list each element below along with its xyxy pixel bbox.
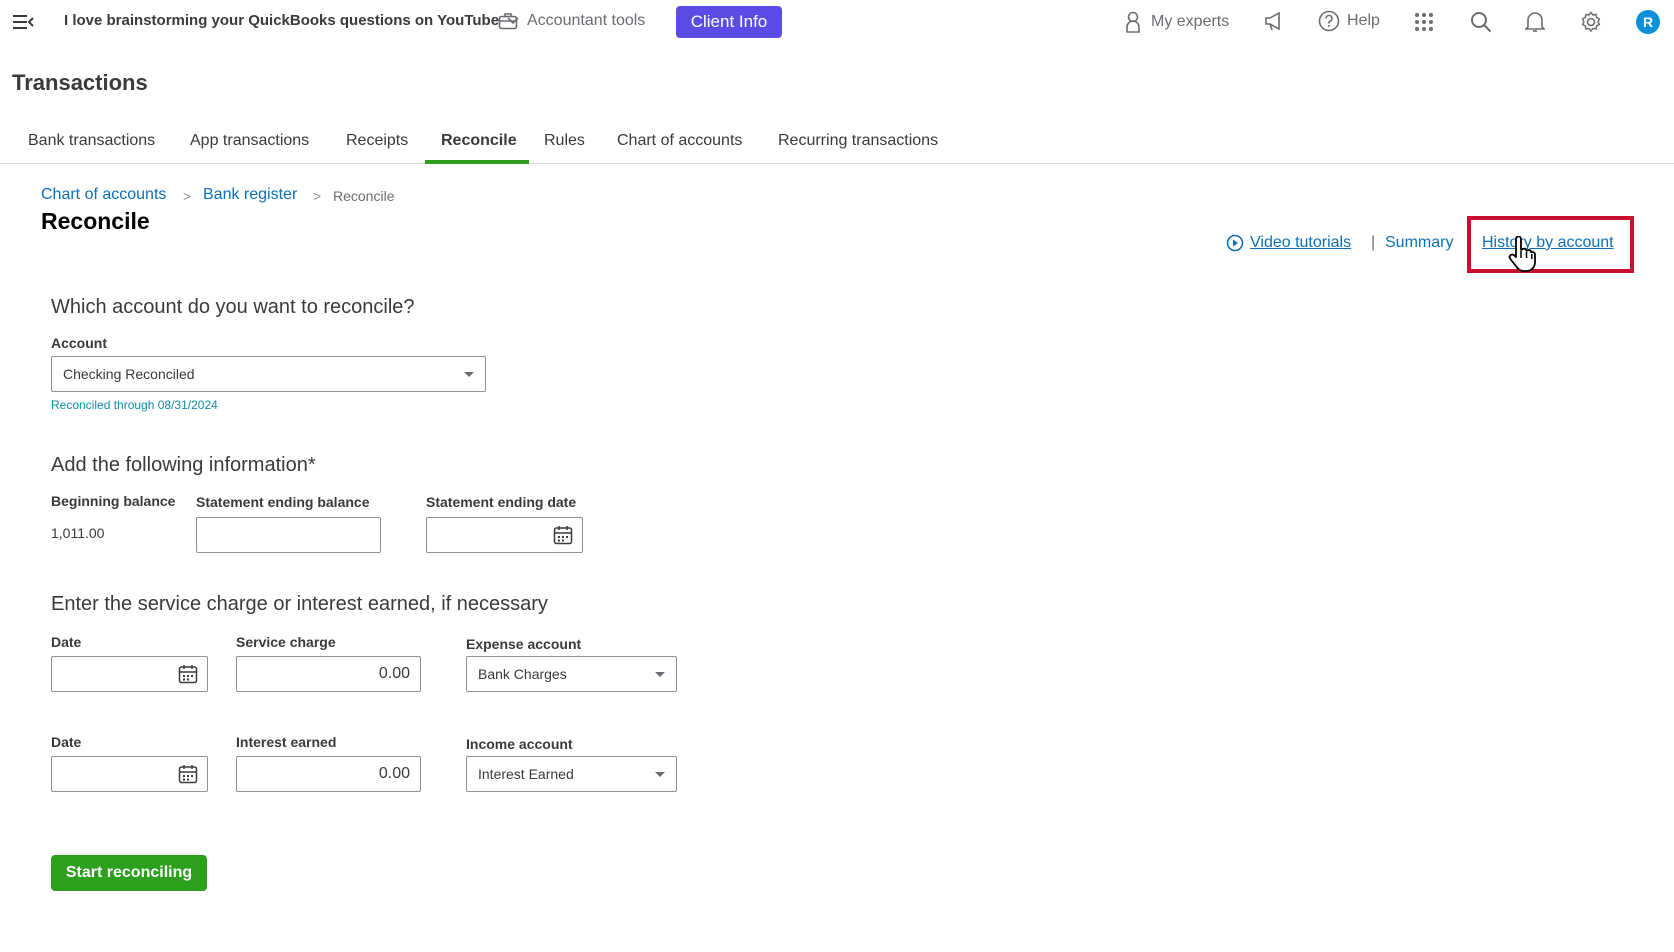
highlight-box <box>1467 216 1634 273</box>
accountant-tools-button[interactable]: Accountant tools <box>498 11 645 31</box>
tab-reconcile[interactable]: Reconcile <box>441 132 517 150</box>
income-account-value: Interest Earned <box>478 766 574 782</box>
breadcrumb-separator: > <box>183 188 192 204</box>
breadcrumb-chart-of-accounts[interactable]: Chart of accounts <box>41 186 166 204</box>
tab-rules[interactable]: Rules <box>544 132 585 150</box>
expense-account-value: Bank Charges <box>478 666 567 682</box>
search-icon[interactable] <box>1470 11 1492 33</box>
gear-icon[interactable] <box>1580 11 1602 33</box>
beginning-balance-value: 1,011.00 <box>51 525 105 541</box>
video-tutorials-link[interactable]: Video tutorials <box>1226 234 1351 252</box>
calendar-icon[interactable] <box>178 764 198 784</box>
account-select-value: Checking Reconciled <box>63 366 195 382</box>
caret-down-icon <box>464 372 474 377</box>
ending-balance-input[interactable] <box>196 517 381 553</box>
caret-down-icon <box>655 772 665 777</box>
person-icon <box>1126 11 1140 33</box>
interest-date-input[interactable] <box>51 756 208 792</box>
account-select[interactable]: Checking Reconciled <box>51 356 486 392</box>
charges-section-title: Enter the service charge or interest ear… <box>51 593 548 615</box>
info-section-title: Add the following information* <box>51 454 316 476</box>
client-info-button[interactable]: Client Info <box>676 6 782 38</box>
breadcrumb-bank-register[interactable]: Bank register <box>203 186 297 204</box>
tab-recurring-transactions[interactable]: Recurring transactions <box>778 132 938 150</box>
video-tutorials-label: Video tutorials <box>1250 234 1352 251</box>
interest-earned-label: Interest earned <box>236 734 337 750</box>
caret-down-icon <box>655 672 665 677</box>
question-icon <box>1318 10 1340 32</box>
hand-cursor-icon <box>1506 235 1538 279</box>
tab-bank-transactions[interactable]: Bank transactions <box>28 132 155 150</box>
ending-date-input[interactable] <box>426 517 583 553</box>
summary-link[interactable]: Summary <box>1385 234 1453 252</box>
reconciled-through-note: Reconciled through 08/31/2024 <box>51 398 218 412</box>
help-button[interactable]: Help <box>1318 10 1380 32</box>
interest-date-label: Date <box>51 734 82 750</box>
service-date-input[interactable] <box>51 656 208 692</box>
service-charge-input[interactable]: 0.00 <box>236 656 421 692</box>
service-charge-label: Service charge <box>236 634 336 650</box>
ending-date-label: Statement ending date <box>426 494 577 510</box>
bell-icon[interactable] <box>1525 11 1545 33</box>
link-divider: | <box>1371 234 1376 251</box>
page-title: Transactions <box>12 70 148 95</box>
calendar-icon[interactable] <box>178 664 198 684</box>
ending-balance-label: Statement ending balance <box>196 494 370 510</box>
my-experts-label: My experts <box>1151 13 1230 30</box>
menu-icon[interactable] <box>12 10 38 34</box>
interest-earned-input[interactable]: 0.00 <box>236 756 421 792</box>
account-section-title: Which account do you want to reconcile? <box>51 296 415 318</box>
play-circle-icon <box>1226 234 1244 252</box>
accountant-tools-label: Accountant tools <box>527 12 646 29</box>
service-date-label: Date <box>51 634 82 650</box>
company-name: I love brainstorming your QuickBooks que… <box>64 12 500 29</box>
active-tab-indicator <box>425 160 529 164</box>
tab-chart-of-accounts[interactable]: Chart of accounts <box>617 132 742 150</box>
top-bar: I love brainstorming your QuickBooks que… <box>0 0 1674 46</box>
calendar-icon[interactable] <box>553 525 573 545</box>
start-reconciling-button[interactable]: Start reconciling <box>51 855 207 891</box>
company-switcher[interactable]: I love brainstorming your QuickBooks que… <box>64 12 519 29</box>
megaphone-icon[interactable] <box>1264 11 1286 31</box>
breadcrumb-separator: > <box>313 188 322 204</box>
tab-bar: Bank transactions App transactions Recei… <box>0 122 1674 164</box>
page-heading: Reconcile <box>41 208 150 234</box>
breadcrumb-current: Reconcile <box>333 188 395 204</box>
avatar[interactable]: R <box>1636 10 1660 34</box>
income-account-label: Income account <box>466 736 573 752</box>
tab-receipts[interactable]: Receipts <box>346 132 408 150</box>
tab-app-transactions[interactable]: App transactions <box>190 132 309 150</box>
briefcase-icon <box>498 13 518 30</box>
account-label: Account <box>51 335 107 351</box>
my-experts-button[interactable]: My experts <box>1124 11 1229 33</box>
apps-grid-icon[interactable] <box>1414 12 1434 32</box>
help-label: Help <box>1347 12 1380 29</box>
beginning-balance-label: Beginning balance <box>51 493 176 509</box>
income-account-select[interactable]: Interest Earned <box>466 756 677 792</box>
expense-account-select[interactable]: Bank Charges <box>466 656 677 692</box>
expense-account-label: Expense account <box>466 636 582 652</box>
